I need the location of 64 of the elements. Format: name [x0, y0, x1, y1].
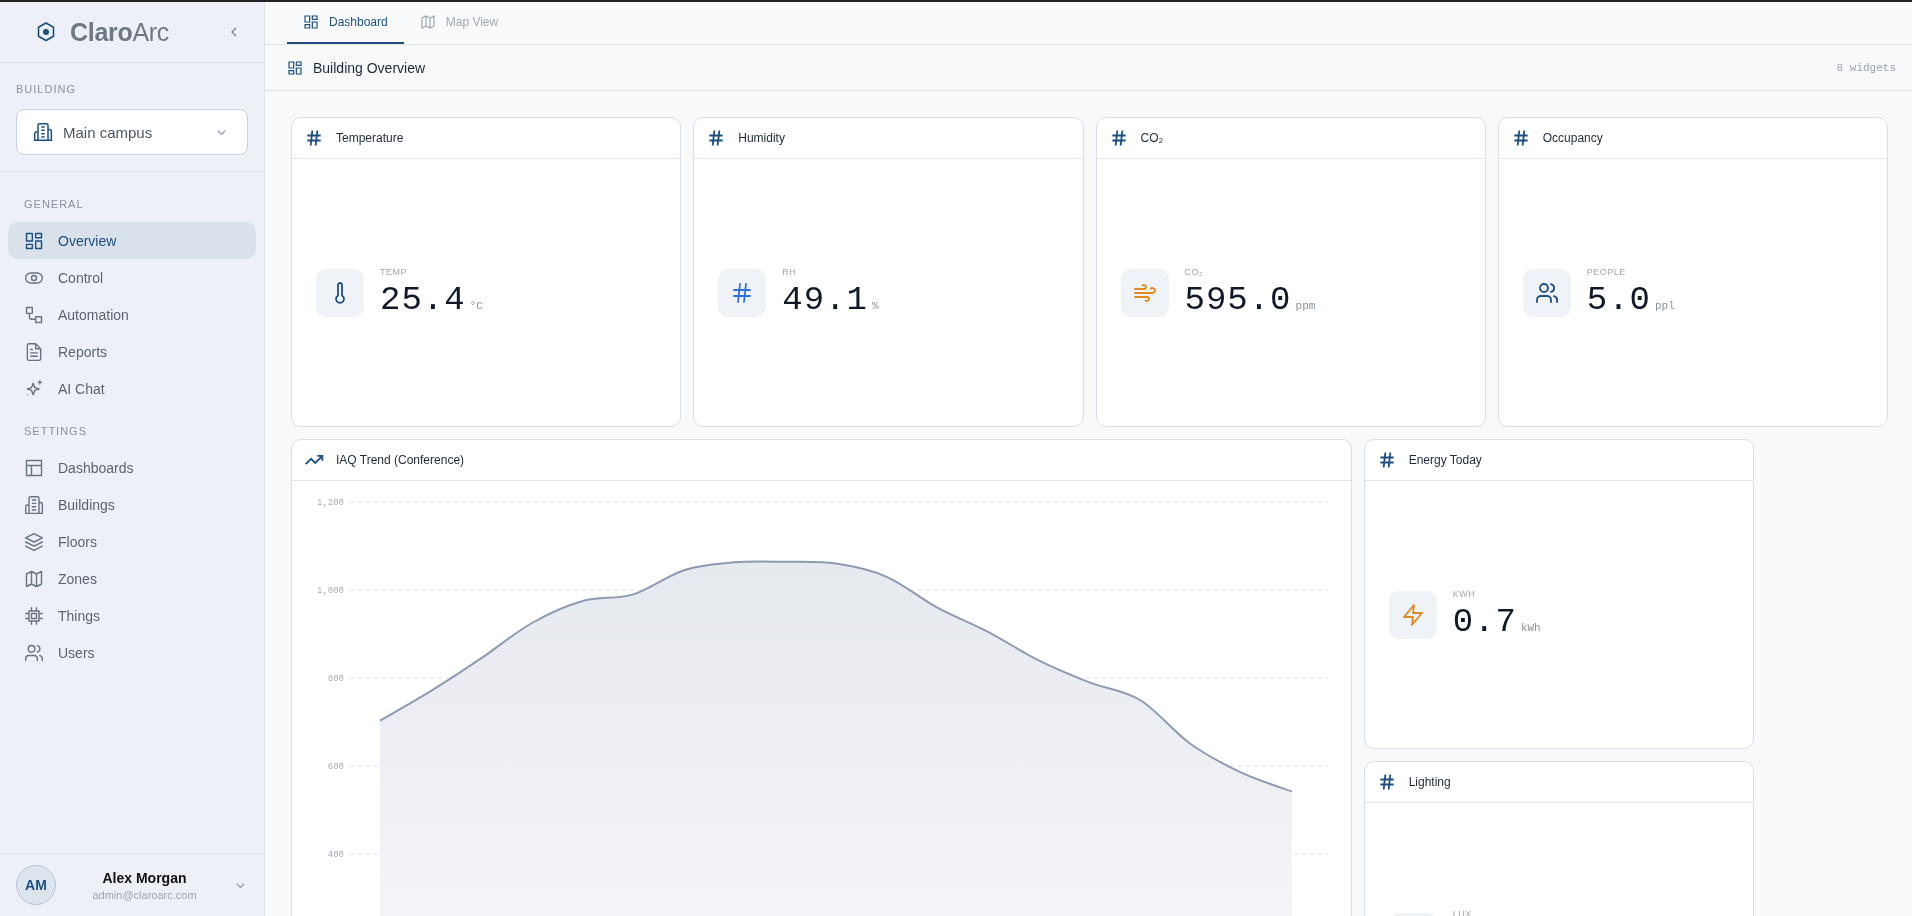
- metric-value: 5.0: [1586, 280, 1651, 319]
- widget-title: Temperature: [336, 131, 404, 145]
- flow-icon: [24, 304, 44, 325]
- metric-value: 49.1: [782, 280, 868, 319]
- metric-unit: °C: [469, 299, 483, 312]
- section-label: GENERAL: [23, 197, 85, 212]
- grid-icon: [24, 230, 44, 251]
- layers-icon: [24, 531, 44, 552]
- grid-icon: [303, 14, 319, 30]
- axis-tick-label: 1,000: [317, 586, 344, 596]
- map-icon: [419, 14, 436, 30]
- metric-unit: kWh: [1520, 621, 1541, 634]
- page-title: Building Overview: [313, 59, 427, 76]
- building-icon: [33, 122, 53, 142]
- nav-item[interactable]: Zones: [8, 560, 256, 597]
- widget-title: IAQ Trend (Conference): [336, 453, 465, 467]
- metric-label: RH: [782, 266, 798, 277]
- metric-label: LUX: [1452, 908, 1472, 916]
- metric-unit: ppl: [1654, 299, 1675, 312]
- nav-item[interactable]: Buildings: [8, 486, 256, 523]
- chip-icon: [24, 605, 44, 626]
- nav-item[interactable]: Users: [8, 634, 256, 671]
- widget-title: Humidity: [738, 131, 785, 145]
- logo-text: ClaroArc: [70, 17, 170, 47]
- document-icon: [24, 341, 44, 362]
- axis-tick-label: 600: [327, 762, 344, 772]
- metric-value: 0.7: [1452, 602, 1517, 641]
- user-name: Alex Morgan: [101, 869, 188, 886]
- building-select[interactable]: Main campus: [16, 109, 248, 155]
- metric-unit: %: [871, 299, 879, 312]
- users-icon: [24, 642, 44, 663]
- nav-item[interactable]: Control: [8, 259, 256, 296]
- axis-tick-label: 800: [327, 674, 344, 684]
- map-icon: [24, 568, 44, 589]
- metric-label: KWH: [1452, 588, 1477, 599]
- metric-label: PEOPLE: [1586, 266, 1627, 277]
- nav-item[interactable]: Automation: [8, 296, 256, 333]
- nav-item[interactable]: Floors: [8, 523, 256, 560]
- widget-title: CO₂: [1140, 131, 1164, 145]
- nav-item[interactable]: Overview: [8, 222, 256, 259]
- building-icon: [24, 494, 44, 515]
- metric-unit: ppm: [1295, 299, 1316, 312]
- tab[interactable]: Dashboard: [287, 2, 404, 44]
- nav-item[interactable]: AI Chat: [8, 370, 256, 407]
- nav-item[interactable]: Things: [8, 597, 256, 634]
- widget-count: 8 widgets: [1836, 61, 1896, 74]
- grid-icon: [287, 59, 303, 76]
- avatar: AM: [16, 865, 56, 905]
- widget-title: Lighting: [1408, 775, 1451, 789]
- section-label: BUILDING: [16, 83, 77, 95]
- widget-title: Occupancy: [1542, 131, 1603, 145]
- section-label: SETTINGS: [23, 424, 88, 439]
- hash-icon: [304, 128, 324, 148]
- metric-value: 25.4: [380, 280, 466, 319]
- axis-tick-label: 400: [327, 850, 344, 860]
- user-email: admin@claroarc.com: [91, 888, 198, 901]
- axis-tick-label: 1,200: [317, 498, 344, 508]
- metric-label: TEMP: [380, 266, 408, 277]
- metric-label: CO₂: [1184, 266, 1204, 277]
- layout-icon: [24, 457, 44, 478]
- nav-item[interactable]: Reports: [8, 333, 256, 370]
- widget-title: Energy Today: [1408, 453, 1482, 467]
- metric-value: 595.0: [1184, 280, 1292, 319]
- nav-item[interactable]: Dashboards: [8, 449, 256, 486]
